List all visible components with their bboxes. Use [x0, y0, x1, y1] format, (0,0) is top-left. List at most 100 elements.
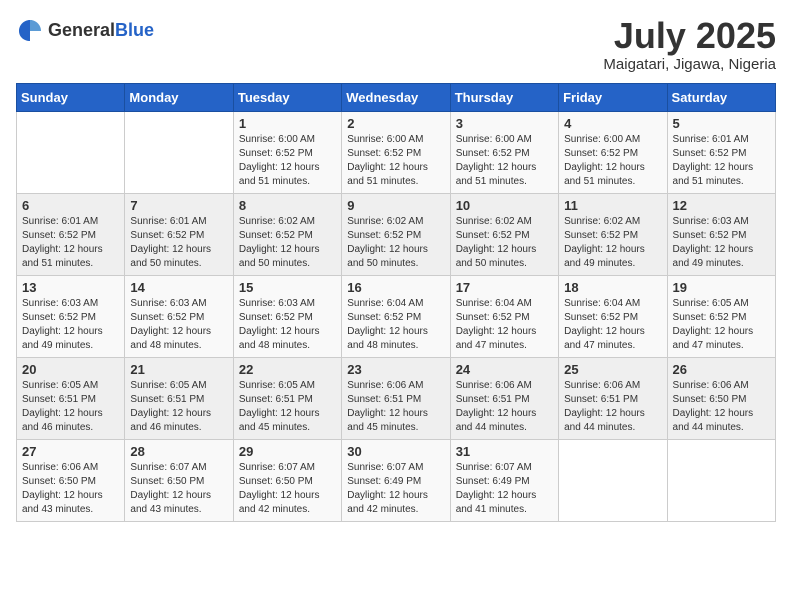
- calendar-cell: [17, 111, 125, 193]
- day-header-tuesday: Tuesday: [233, 83, 341, 111]
- calendar-cell: 29Sunrise: 6:07 AM Sunset: 6:50 PM Dayli…: [233, 439, 341, 521]
- week-row-3: 13 Sunrise: 6:03 AM Sunset: 6:52 PM Dayli…: [17, 275, 776, 357]
- calendar-cell: 24 Sunrise: 6:06 AM Sunset: 6:51 PM Dayli…: [450, 357, 558, 439]
- day-number: 25: [564, 362, 661, 377]
- calendar-cell: 15Sunrise: 6:03 AM Sunset: 6:52 PM Dayli…: [233, 275, 341, 357]
- calendar-cell: 6Sunrise: 6:01 AM Sunset: 6:52 PM Daylig…: [17, 193, 125, 275]
- calendar-cell: 25 Sunrise: 6:06 AM Sunset: 6:51 PM Dayli…: [559, 357, 667, 439]
- logo-icon: [16, 16, 44, 44]
- day-number: 22: [239, 362, 336, 377]
- calendar-cell: 27 Sunrise: 6:06 AM Sunset: 6:50 PM Dayli…: [17, 439, 125, 521]
- location-subtitle: Maigatari, Jigawa, Nigeria: [603, 56, 776, 73]
- logo-blue: Blue: [115, 20, 154, 40]
- day-number: 2: [347, 116, 444, 131]
- day-number: 21: [130, 362, 227, 377]
- title-block: July 2025 Maigatari, Jigawa, Nigeria: [603, 16, 776, 73]
- day-number: 28: [130, 444, 227, 459]
- day-number: 23: [347, 362, 444, 377]
- calendar-body: 1 Sunrise: 6:00 AM Sunset: 6:52 PM Daylig…: [17, 111, 776, 521]
- logo-general: General: [48, 20, 115, 40]
- day-number: 4: [564, 116, 661, 131]
- day-info: Sunrise: 6:00 AM Sunset: 6:52 PM Dayligh…: [347, 133, 444, 189]
- day-number: 15: [239, 280, 336, 295]
- day-number: 10: [456, 198, 553, 213]
- calendar-cell: 21 Sunrise: 6:05 AM Sunset: 6:51 PM Dayli…: [125, 357, 233, 439]
- calendar-table: SundayMondayTuesdayWednesdayThursdayFrid…: [16, 83, 776, 522]
- day-number: 27: [22, 444, 119, 459]
- day-info: Sunrise: 6:02 AM Sunset: 6:52 PM Dayligh…: [456, 215, 553, 271]
- page-header: GeneralBlue July 2025 Maigatari, Jigawa,…: [16, 16, 776, 73]
- week-row-2: 6 Sunrise: 6:01 AM Sunset: 6:52 PM Daylig…: [17, 193, 776, 275]
- day-info: Sunrise: 6:07 AM Sunset: 6:49 PM Dayligh…: [456, 461, 553, 517]
- day-number: 1: [239, 116, 336, 131]
- day-info: Sunrise: 6:06 AM Sunset: 6:51 PM Dayligh…: [456, 379, 553, 435]
- day-info: Sunrise: 6:04 AM Sunset: 6:52 PM Dayligh…: [456, 297, 553, 353]
- day-info: Sunrise: 6:06 AM Sunset: 6:51 PM Dayligh…: [347, 379, 444, 435]
- calendar-cell: 12 Sunrise: 6:03 AM Sunset: 6:52 PM Dayli…: [667, 193, 775, 275]
- week-row-5: 27 Sunrise: 6:06 AM Sunset: 6:50 PM Dayli…: [17, 439, 776, 521]
- day-info: Sunrise: 6:03 AM Sunset: 6:52 PM Dayligh…: [673, 215, 770, 271]
- day-info: Sunrise: 6:02 AM Sunset: 6:52 PM Dayligh…: [239, 215, 336, 271]
- day-info: Sunrise: 6:07 AM Sunset: 6:50 PM Dayligh…: [239, 461, 336, 517]
- calendar-cell: 3 Sunrise: 6:00 AM Sunset: 6:52 PM Daylig…: [450, 111, 558, 193]
- day-number: 12: [673, 198, 770, 213]
- day-number: 6: [22, 198, 119, 213]
- calendar-cell: 18 Sunrise: 6:04 AM Sunset: 6:52 PM Dayli…: [559, 275, 667, 357]
- day-info: Sunrise: 6:05 AM Sunset: 6:51 PM Dayligh…: [22, 379, 119, 435]
- day-number: 31: [456, 444, 553, 459]
- week-row-1: 1 Sunrise: 6:00 AM Sunset: 6:52 PM Daylig…: [17, 111, 776, 193]
- day-info: Sunrise: 6:06 AM Sunset: 6:51 PM Dayligh…: [564, 379, 661, 435]
- calendar-cell: 10 Sunrise: 6:02 AM Sunset: 6:52 PM Dayli…: [450, 193, 558, 275]
- calendar-cell: 1Sunrise: 6:00 AM Sunset: 6:52 PM Daylig…: [233, 111, 341, 193]
- calendar-cell: 31 Sunrise: 6:07 AM Sunset: 6:49 PM Dayli…: [450, 439, 558, 521]
- day-number: 17: [456, 280, 553, 295]
- day-number: 30: [347, 444, 444, 459]
- week-row-4: 20 Sunrise: 6:05 AM Sunset: 6:51 PM Dayli…: [17, 357, 776, 439]
- calendar-cell: 19Sunrise: 6:05 AM Sunset: 6:52 PM Dayli…: [667, 275, 775, 357]
- calendar-cell: 4 Sunrise: 6:00 AM Sunset: 6:52 PM Daylig…: [559, 111, 667, 193]
- day-info: Sunrise: 6:05 AM Sunset: 6:51 PM Dayligh…: [239, 379, 336, 435]
- calendar-cell: 11 Sunrise: 6:02 AM Sunset: 6:52 PM Dayli…: [559, 193, 667, 275]
- day-number: 20: [22, 362, 119, 377]
- day-number: 9: [347, 198, 444, 213]
- header-row: SundayMondayTuesdayWednesdayThursdayFrid…: [17, 83, 776, 111]
- day-info: Sunrise: 6:01 AM Sunset: 6:52 PM Dayligh…: [673, 133, 770, 189]
- day-info: Sunrise: 6:03 AM Sunset: 6:52 PM Dayligh…: [22, 297, 119, 353]
- calendar-cell: 23 Sunrise: 6:06 AM Sunset: 6:51 PM Dayli…: [342, 357, 450, 439]
- day-header-monday: Monday: [125, 83, 233, 111]
- day-info: Sunrise: 6:06 AM Sunset: 6:50 PM Dayligh…: [22, 461, 119, 517]
- day-info: Sunrise: 6:02 AM Sunset: 6:52 PM Dayligh…: [347, 215, 444, 271]
- day-number: 11: [564, 198, 661, 213]
- calendar-cell: [667, 439, 775, 521]
- calendar-cell: [125, 111, 233, 193]
- day-number: 18: [564, 280, 661, 295]
- logo-text: GeneralBlue: [48, 20, 154, 41]
- calendar-cell: 28 Sunrise: 6:07 AM Sunset: 6:50 PM Dayli…: [125, 439, 233, 521]
- day-info: Sunrise: 6:02 AM Sunset: 6:52 PM Dayligh…: [564, 215, 661, 271]
- day-info: Sunrise: 6:03 AM Sunset: 6:52 PM Dayligh…: [130, 297, 227, 353]
- day-info: Sunrise: 6:00 AM Sunset: 6:52 PM Dayligh…: [456, 133, 553, 189]
- day-number: 19: [673, 280, 770, 295]
- day-number: 3: [456, 116, 553, 131]
- day-number: 24: [456, 362, 553, 377]
- calendar-cell: 22 Sunrise: 6:05 AM Sunset: 6:51 PM Dayli…: [233, 357, 341, 439]
- day-number: 13: [22, 280, 119, 295]
- calendar-cell: 5Sunrise: 6:01 AM Sunset: 6:52 PM Daylig…: [667, 111, 775, 193]
- day-header-saturday: Saturday: [667, 83, 775, 111]
- day-number: 26: [673, 362, 770, 377]
- calendar-cell: 30 Sunrise: 6:07 AM Sunset: 6:49 PM Dayli…: [342, 439, 450, 521]
- day-number: 8: [239, 198, 336, 213]
- day-info: Sunrise: 6:01 AM Sunset: 6:52 PM Dayligh…: [130, 215, 227, 271]
- day-header-thursday: Thursday: [450, 83, 558, 111]
- calendar-cell: 8 Sunrise: 6:02 AM Sunset: 6:52 PM Daylig…: [233, 193, 341, 275]
- day-info: Sunrise: 6:05 AM Sunset: 6:51 PM Dayligh…: [130, 379, 227, 435]
- day-info: Sunrise: 6:07 AM Sunset: 6:49 PM Dayligh…: [347, 461, 444, 517]
- month-year-title: July 2025: [603, 16, 776, 56]
- calendar-cell: 16Sunrise: 6:04 AM Sunset: 6:52 PM Dayli…: [342, 275, 450, 357]
- day-info: Sunrise: 6:04 AM Sunset: 6:52 PM Dayligh…: [564, 297, 661, 353]
- logo: GeneralBlue: [16, 16, 154, 44]
- calendar-cell: 20 Sunrise: 6:05 AM Sunset: 6:51 PM Dayli…: [17, 357, 125, 439]
- day-info: Sunrise: 6:00 AM Sunset: 6:52 PM Dayligh…: [564, 133, 661, 189]
- day-info: Sunrise: 6:07 AM Sunset: 6:50 PM Dayligh…: [130, 461, 227, 517]
- day-header-wednesday: Wednesday: [342, 83, 450, 111]
